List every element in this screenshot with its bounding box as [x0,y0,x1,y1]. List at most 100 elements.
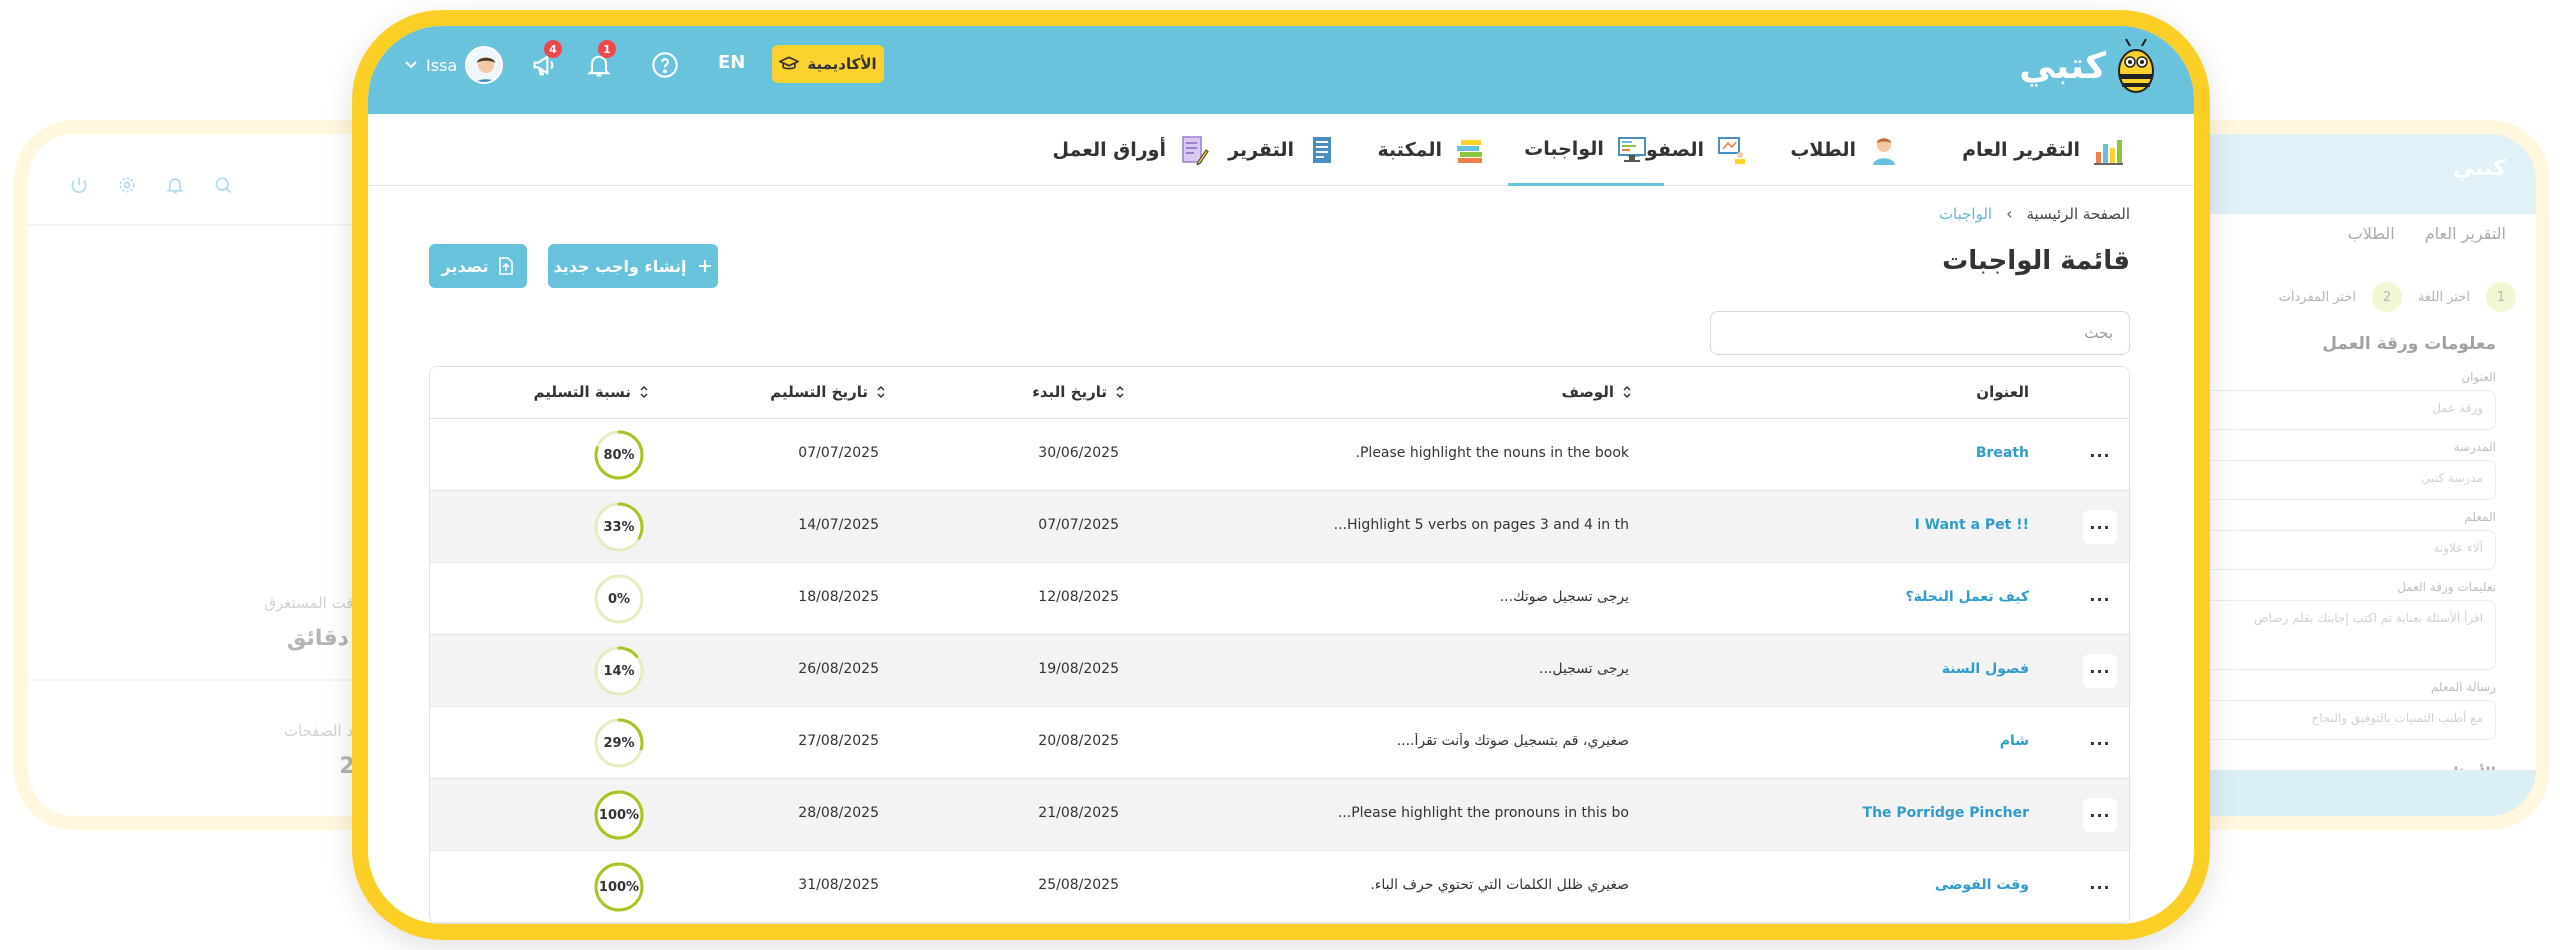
user-name: Issa [426,55,458,75]
nav-item-general-report[interactable]: التقرير العام [1962,114,2124,186]
assignment-description: صغيري ظلل الكلمات التي تحتوي حرف الباء. [1370,877,1629,893]
sort-icon [640,385,648,399]
chevron-down-icon [405,61,417,69]
submission-rate-value: 80% [603,447,635,463]
assignment-description: Please highlight the pronouns in this bo… [1337,805,1629,821]
submission-rate-value: 33% [603,519,635,535]
submission-rate-value: 100% [598,807,640,823]
create-assignment-button[interactable]: إنشاء واجب جديد [548,244,718,288]
row-actions-menu-icon[interactable]: ··· [2083,510,2117,544]
assignment-title-link[interactable]: شام [2000,733,2029,749]
nav-item-students[interactable]: الطلاب [1790,114,1900,186]
bell-icon[interactable] [164,174,186,196]
start-date: 20/08/2025 [1038,733,1119,749]
export-button[interactable]: تصدير [429,244,527,288]
assignment-title-link[interactable]: The Porridge Pincher [1863,805,2029,821]
avatar [465,46,504,84]
language-toggle[interactable]: EN [718,52,745,73]
start-date: 19/08/2025 [1038,661,1119,677]
submission-rate-value: 100% [598,879,640,895]
assignment-title-link[interactable]: Breath [1976,445,2029,461]
table-row: ··· وقت الفوضى صغيري ظلل الكلمات التي تح… [430,851,2129,923]
assignments-icon [1617,136,1646,162]
due-date: 07/07/2025 [798,445,879,461]
search-icon[interactable] [212,174,234,196]
breadcrumb-home[interactable]: الصفحة الرئيسية [2027,205,2131,223]
row-actions-menu-icon[interactable]: ··· [2083,654,2117,688]
assignment-description: صغيري، قم بتسجيل صوتك وأنت تقرأ.... [1396,733,1629,749]
nav-item-worksheets[interactable]: أوراق العمل [1053,114,1210,186]
academy-label: الأكاديمية [807,55,877,73]
assignment-title-link[interactable]: كيف تعمل النحلة؟ [1905,589,2029,605]
search-input[interactable] [1710,311,2130,355]
row-actions-menu-icon[interactable]: ··· [2083,798,2117,832]
user-menu[interactable]: Issa [404,46,504,84]
header-submission-rate[interactable]: نسبة التسليم [533,383,649,401]
nav-label-general-report: التقرير العام [1962,139,2080,161]
left-toolbar [68,174,234,196]
nav-item-report[interactable]: التقرير [1228,114,1338,186]
due-date: 28/08/2025 [798,805,879,821]
header-title-label: العنوان [1976,383,2029,401]
wizard-steps: اختر المفردات 2 اختر اللغة 1 [2279,282,2516,312]
submission-rate-value: 0% [607,591,631,607]
sort-icon [1116,385,1124,399]
bar-chart-icon [2094,140,2123,165]
export-label: تصدير [441,256,489,276]
step-2-dot[interactable]: 2 [2372,282,2402,312]
due-date: 27/08/2025 [798,733,879,749]
notification-bell-icon[interactable]: 1 [582,40,616,82]
row-actions-menu-icon[interactable]: ··· [2083,726,2117,760]
row-actions-menu-icon[interactable]: ··· [2083,870,2117,904]
top-bar: كتبي الأكاديمية EN 1 4 Issa [368,26,2194,114]
academy-button[interactable]: الأكاديمية [772,45,884,83]
classroom-icon [1718,137,1745,164]
header-due-date[interactable]: تاريخ التسليم [770,383,886,401]
breadcrumb-current: الواجبات [1938,204,1993,223]
right-nav-item-general-report[interactable]: التقرير العام [2425,224,2506,243]
start-date: 25/08/2025 [1038,877,1119,893]
step-1-dot[interactable]: 1 [2486,282,2516,312]
nav-label-worksheets: أوراق العمل [1052,139,1166,161]
header-description[interactable]: الوصف [1561,383,1632,401]
assignment-description: يرجى تسجيل... [1539,661,1629,677]
table-row: ··· كيف تعمل النحلة؟ يرجى تسجيل صوتك... … [430,563,2129,635]
start-date: 07/07/2025 [1038,517,1119,533]
row-actions-menu-icon[interactable]: ··· [2083,582,2117,616]
table-row: ··· I Want a Pet !! Highlight 5 verbs on… [430,491,2129,563]
brand-name: كتبي [2019,45,2106,87]
plus-icon [698,260,711,272]
nav-label-assignments: الواجبات [1524,137,1604,160]
megaphone-icon[interactable]: 4 [528,40,562,82]
assignment-description: Please highlight the nouns in the book. [1355,445,1629,461]
right-nav-item-students[interactable]: الطلاب [2348,224,2395,243]
assignments-table: العنوان الوصف تاريخ البدء تاريخ التسليم … [429,366,2130,924]
assignment-description: Highlight 5 verbs on pages 3 and 4 in th… [1333,517,1629,533]
right-brand: كتبي [2452,156,2506,181]
nav-item-assignments[interactable]: الواجبات [1508,114,1664,186]
assignment-title-link[interactable]: فصول السنة [1942,661,2029,677]
brand-logo[interactable]: كتبي [2019,38,2158,94]
export-file-icon [499,257,514,275]
sort-icon [877,385,885,399]
assignment-title-link[interactable]: I Want a Pet !! [1915,517,2029,533]
header-submission-rate-label: نسبة التسليم [533,383,631,401]
start-date: 21/08/2025 [1038,805,1119,821]
worksheet-icon [1182,136,1209,166]
due-date: 26/08/2025 [798,661,879,677]
submission-rate-value: 14% [603,663,635,679]
nav-item-library[interactable]: المكتبة [1378,114,1486,186]
assignment-title-link[interactable]: وقت الفوضى [1935,877,2029,893]
due-date: 14/07/2025 [798,517,879,533]
create-assignment-label: إنشاء واجب جديد [553,256,687,276]
header-start-date[interactable]: تاريخ البدء [1032,383,1125,401]
header-title[interactable]: العنوان [1976,383,2029,401]
help-icon[interactable] [648,48,682,82]
row-actions-menu-icon[interactable]: ··· [2083,438,2117,472]
start-date: 12/08/2025 [1038,589,1119,605]
main-app-window: كتبي الأكاديمية EN 1 4 Issa التقرير العا… [352,10,2210,940]
power-icon[interactable] [68,174,90,196]
table-row: ··· Breath Please highlight the nouns in… [430,419,2129,491]
gear-icon[interactable] [116,174,138,196]
student-icon [1873,138,1895,165]
